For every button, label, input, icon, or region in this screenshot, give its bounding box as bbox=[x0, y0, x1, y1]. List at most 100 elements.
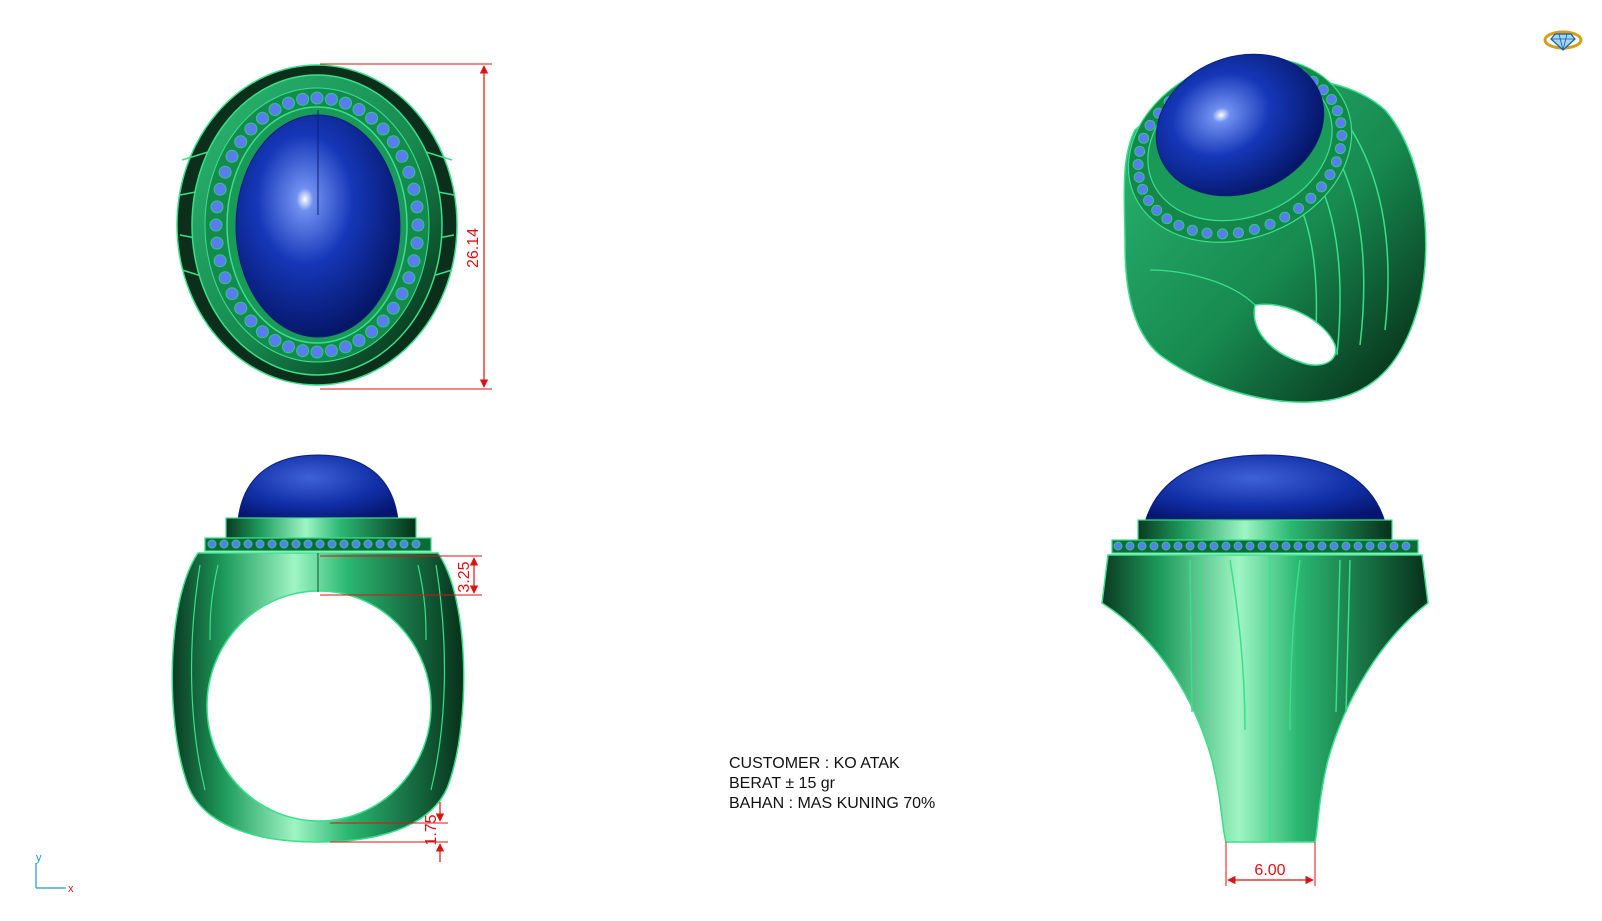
halo-stone bbox=[327, 539, 337, 549]
halo-stone bbox=[1334, 143, 1346, 155]
halo-stone bbox=[1330, 156, 1342, 168]
halo-stone bbox=[387, 539, 397, 549]
halo-stone bbox=[1201, 227, 1213, 239]
halo-stone bbox=[352, 334, 366, 347]
halo-stone bbox=[410, 236, 424, 250]
halo-stone bbox=[1173, 541, 1183, 551]
halo-stone bbox=[213, 182, 227, 196]
halo-stone bbox=[1143, 195, 1154, 206]
halo-stone bbox=[279, 539, 289, 549]
side-view-stone-dome bbox=[1144, 454, 1386, 523]
halo-stone bbox=[234, 135, 248, 149]
halo-stone bbox=[1144, 119, 1156, 131]
halo-stone bbox=[234, 301, 248, 315]
halo-stone bbox=[296, 344, 310, 358]
axis-y-label: y bbox=[36, 852, 42, 864]
halo-stone bbox=[310, 345, 324, 359]
halo-stone bbox=[363, 539, 373, 549]
halo-stone bbox=[244, 314, 258, 328]
halo-stone bbox=[1125, 541, 1135, 551]
halo-stone bbox=[365, 111, 379, 125]
halo-stone bbox=[218, 165, 232, 179]
halo-stone bbox=[339, 539, 349, 549]
halo-stone bbox=[1365, 541, 1375, 551]
halo-stone bbox=[1377, 541, 1387, 551]
halo-stone bbox=[1217, 228, 1228, 240]
halo-stone bbox=[1248, 223, 1260, 235]
halo-stone bbox=[1264, 218, 1276, 230]
halo-stone bbox=[218, 271, 232, 285]
halo-stone bbox=[386, 301, 400, 315]
halo-stone bbox=[339, 96, 352, 110]
halo-stone bbox=[395, 287, 409, 301]
halo-stone bbox=[399, 539, 409, 549]
halo-stone bbox=[267, 539, 277, 549]
halo-stone bbox=[1137, 183, 1149, 195]
halo-stone bbox=[410, 200, 424, 214]
halo-stone bbox=[219, 539, 229, 549]
halo-stone bbox=[1317, 541, 1327, 551]
halo-stone bbox=[1185, 541, 1195, 551]
halo-stone bbox=[376, 314, 390, 328]
halo-stone bbox=[244, 122, 258, 136]
halo-stone bbox=[1233, 541, 1243, 551]
halo-stone bbox=[324, 92, 338, 106]
halo-stone bbox=[213, 254, 227, 268]
diamond-ring-icon bbox=[1543, 30, 1583, 51]
halo-stone bbox=[243, 539, 253, 549]
halo-stone bbox=[411, 218, 425, 232]
halo-stone bbox=[351, 539, 361, 549]
halo-stone bbox=[407, 182, 421, 196]
halo-stone bbox=[1257, 541, 1267, 551]
halo-stone bbox=[255, 539, 265, 549]
halo-stone bbox=[1341, 541, 1351, 551]
halo-stone bbox=[1133, 171, 1145, 183]
halo-stone bbox=[1389, 541, 1399, 551]
halo-stone bbox=[402, 271, 416, 285]
halo-stone bbox=[310, 91, 324, 105]
dimension-shoulder-height-label: 3.25 bbox=[456, 561, 473, 592]
halo-stone bbox=[1161, 213, 1173, 225]
halo-stone bbox=[268, 334, 282, 347]
halo-stone bbox=[1113, 541, 1123, 551]
halo-stone bbox=[231, 539, 241, 549]
halo-stone bbox=[1132, 159, 1144, 170]
halo-stone bbox=[296, 92, 310, 106]
halo-stone bbox=[365, 325, 379, 339]
halo-stone bbox=[402, 165, 416, 179]
halo-stone bbox=[1335, 117, 1347, 129]
halo-stone bbox=[324, 344, 338, 358]
halo-stone bbox=[1324, 169, 1336, 181]
halo-stone bbox=[207, 539, 217, 549]
customer-line: CUSTOMER : KO ATAK bbox=[729, 755, 900, 772]
halo-stone bbox=[1336, 130, 1348, 141]
drawing-info-block: CUSTOMER : KO ATAK BERAT ± 15 gr BAHAN :… bbox=[729, 754, 935, 814]
halo-stone bbox=[339, 340, 352, 354]
halo-stone bbox=[1305, 192, 1317, 204]
weight-line: BERAT ± 15 gr bbox=[729, 775, 836, 792]
halo-stone bbox=[1149, 541, 1159, 551]
front-view-bezel bbox=[225, 517, 417, 539]
halo-stone bbox=[386, 135, 400, 149]
front-view-stone-dome bbox=[237, 454, 399, 521]
halo-stone bbox=[210, 236, 224, 250]
halo-stone bbox=[225, 287, 239, 301]
perspective-view bbox=[1123, 53, 1427, 403]
side-view-shank bbox=[1101, 554, 1429, 843]
halo-stone bbox=[1281, 541, 1291, 551]
halo-stone bbox=[1245, 541, 1255, 551]
dimension-top-height-label: 26.14 bbox=[465, 228, 482, 268]
halo-stone bbox=[395, 149, 409, 163]
halo-stone bbox=[1353, 541, 1363, 551]
halo-stone bbox=[1293, 541, 1303, 551]
halo-stone bbox=[411, 539, 421, 549]
dimension-shank-width-label: 6.00 bbox=[1254, 862, 1285, 879]
halo-stone bbox=[268, 103, 282, 116]
halo-stone bbox=[1138, 132, 1150, 144]
dimension-shank-width: 6.00 bbox=[1225, 842, 1316, 886]
halo-stone bbox=[1209, 541, 1219, 551]
halo-stone bbox=[255, 111, 269, 125]
front-view bbox=[171, 454, 465, 843]
halo-stone bbox=[1221, 541, 1231, 551]
halo-stone bbox=[225, 149, 239, 163]
